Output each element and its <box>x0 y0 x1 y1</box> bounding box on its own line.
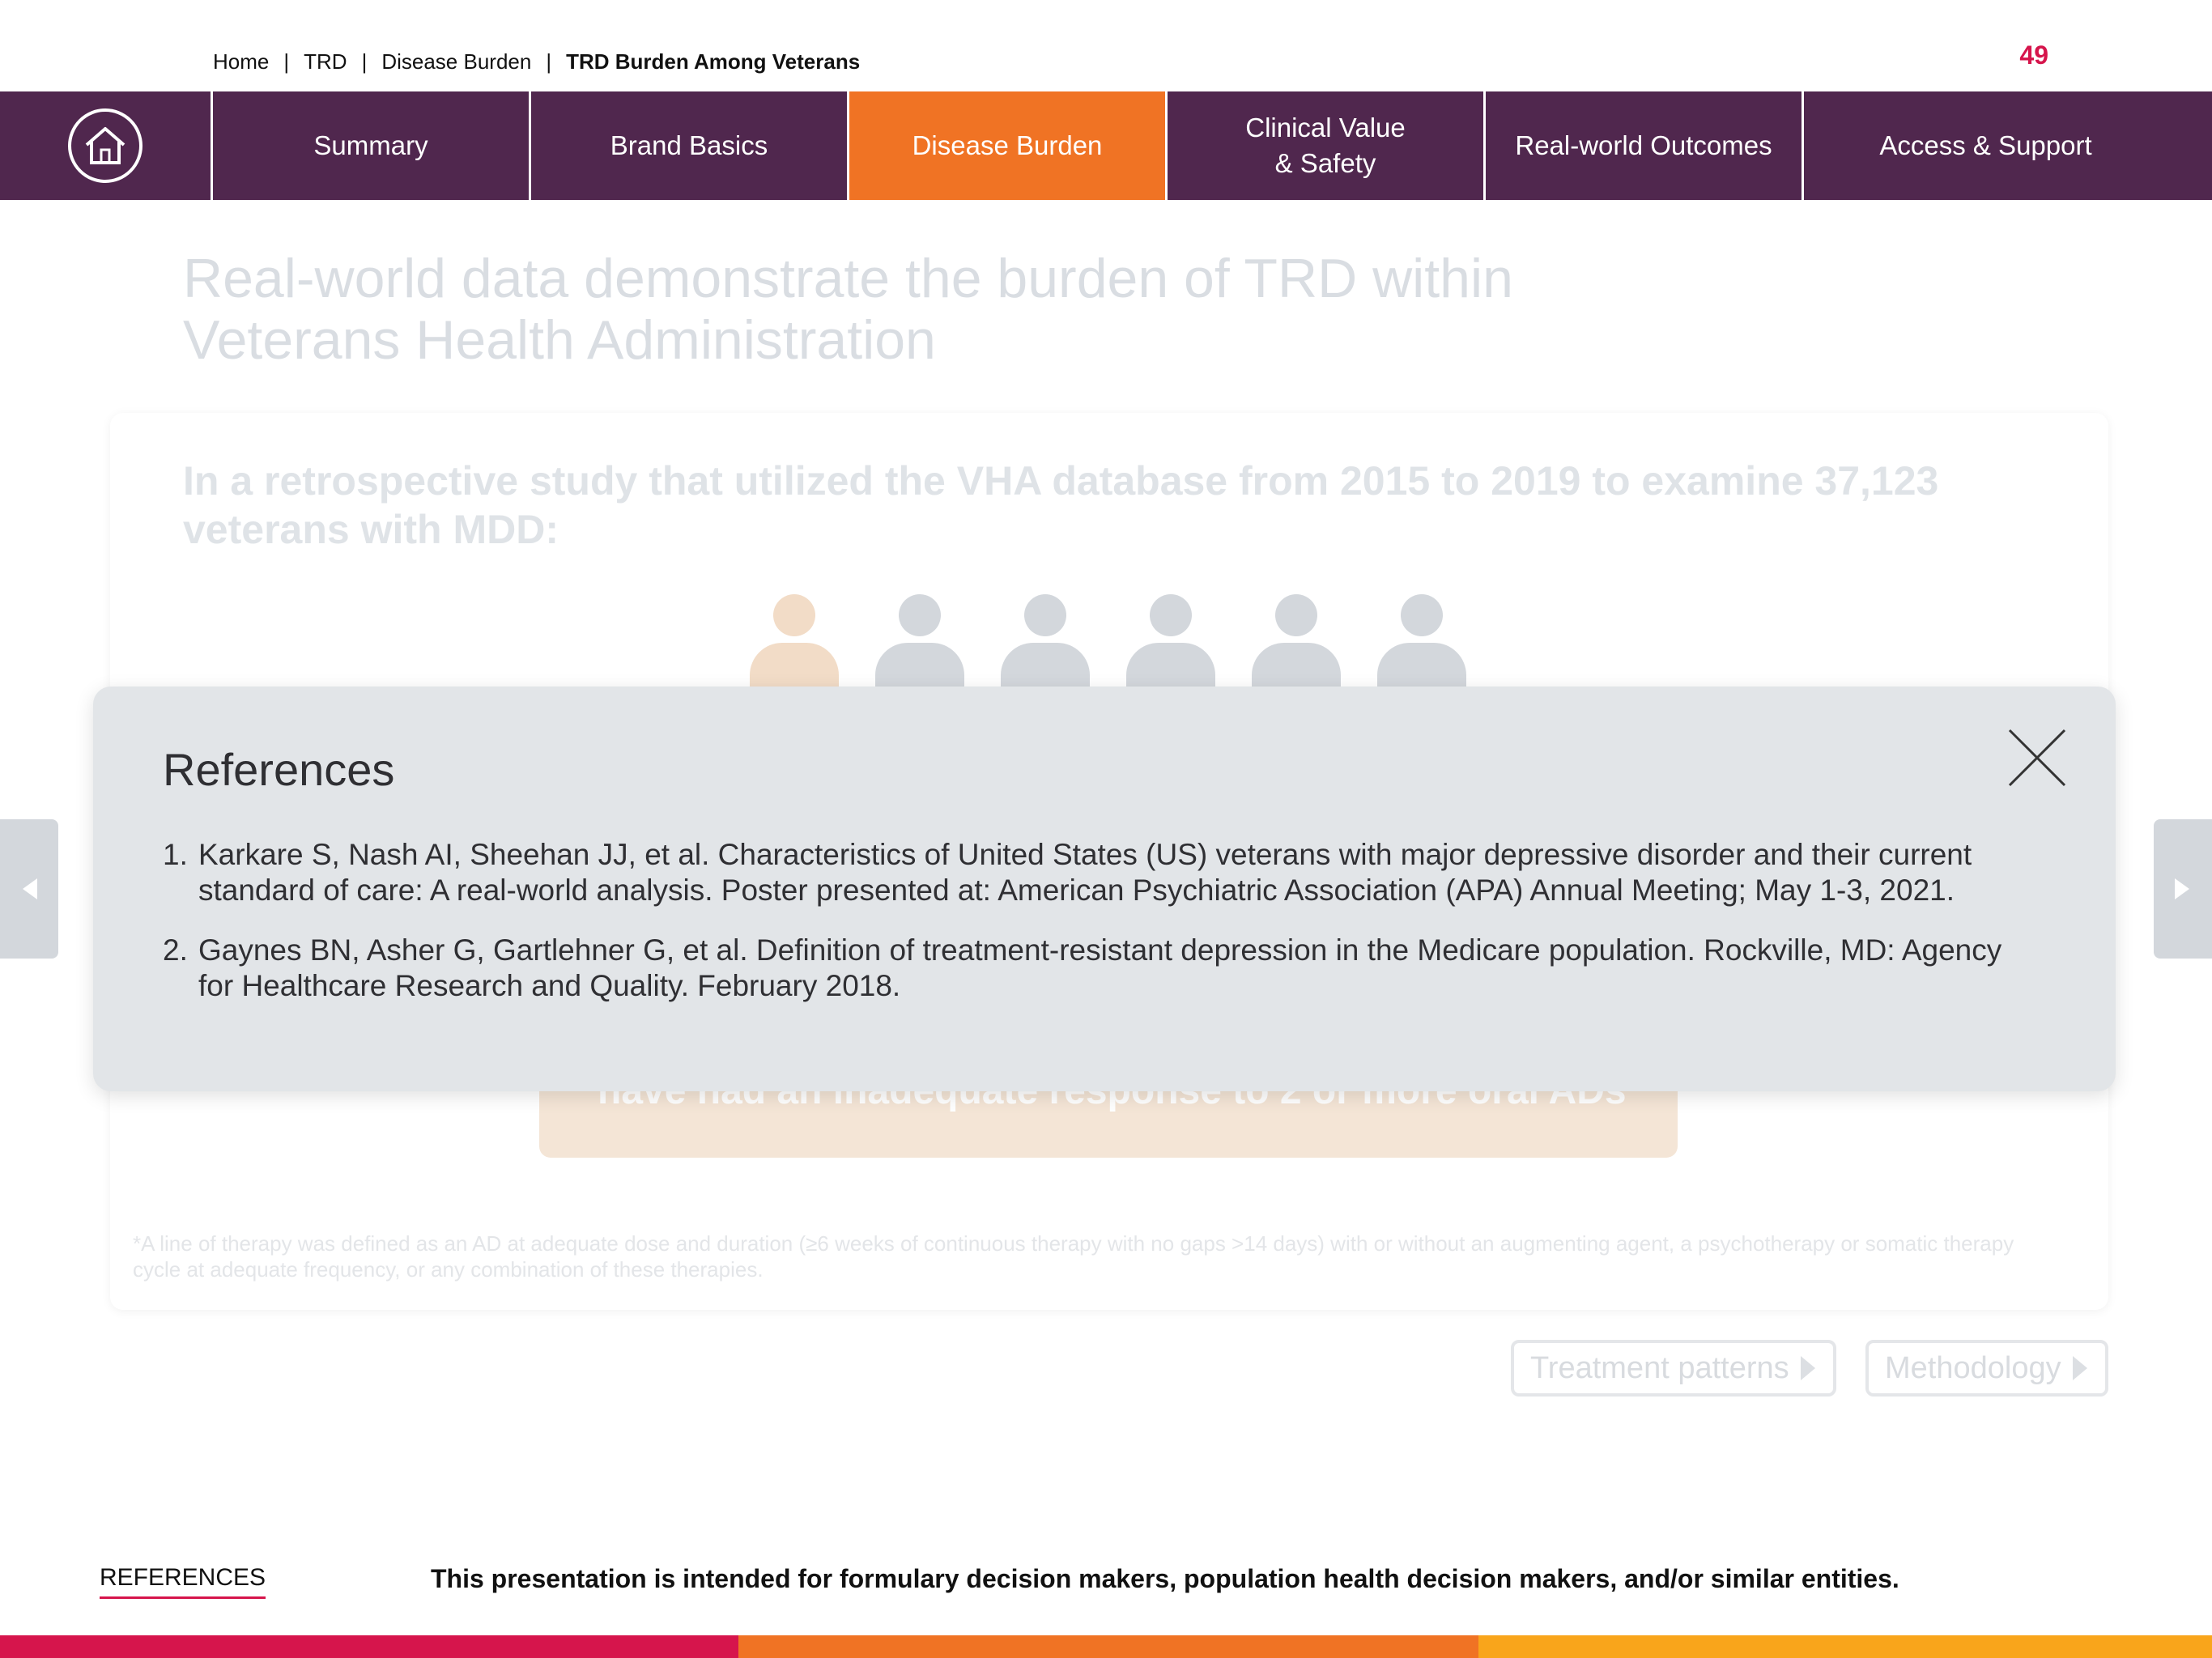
reference-item: 2. Gaynes BN, Asher G, Gartlehner G, et … <box>163 933 2041 1004</box>
tab-brand-basics[interactable]: Brand Basics <box>531 91 849 200</box>
reference-number: 2. <box>163 933 188 967</box>
person-icon <box>1001 594 1090 716</box>
next-page-button[interactable] <box>2154 819 2212 959</box>
tab-label-line1: Clinical Value <box>1245 113 1406 142</box>
reference-item: 1. Karkare S, Nash AI, Sheehan JJ, et al… <box>163 837 2041 908</box>
tab-label-line2: & Safety <box>1274 148 1376 178</box>
color-bar-segment <box>738 1635 1478 1658</box>
treatment-patterns-button[interactable]: Treatment patterns <box>1511 1340 1836 1397</box>
bottom-color-bar <box>0 1635 2212 1658</box>
tab-label: Clinical Value & Safety <box>1245 110 1405 181</box>
previous-page-button[interactable] <box>0 819 58 959</box>
references-link[interactable]: REFERENCES <box>100 1564 266 1599</box>
page-number: 49 <box>2019 40 2048 70</box>
close-button[interactable] <box>2006 727 2068 789</box>
modal-title: References <box>163 744 395 795</box>
reference-text: Gaynes BN, Asher G, Gartlehner G, et al.… <box>198 933 2002 1002</box>
tab-label: Real-world Outcomes <box>1515 130 1772 160</box>
person-icon <box>1377 594 1466 716</box>
breadcrumb-home[interactable]: Home <box>213 49 269 74</box>
tab-label: Brand Basics <box>610 130 768 160</box>
disclaimer-text: This presentation is intended for formul… <box>431 1564 1899 1593</box>
home-icon <box>68 108 143 183</box>
page-title: Real-world data demonstrate the burden o… <box>183 248 1513 371</box>
button-label: Treatment patterns <box>1530 1350 1789 1385</box>
tab-clinical-value-safety[interactable]: Clinical Value & Safety <box>1168 91 1486 200</box>
tab-label: Summary <box>313 130 428 160</box>
color-bar-segment <box>1478 1635 2212 1658</box>
tab-label: Access & Support <box>1879 130 2092 160</box>
breadcrumb-separator: | <box>546 49 552 74</box>
reference-number: 1. <box>163 838 188 871</box>
breadcrumb-separator: | <box>361 49 368 74</box>
breadcrumb-current: TRD Burden Among Veterans <box>566 49 861 74</box>
reference-text: Karkare S, Nash AI, Sheehan JJ, et al. C… <box>198 838 1972 907</box>
color-bar-segment <box>0 1635 738 1658</box>
tab-real-world-outcomes[interactable]: Real-world Outcomes <box>1486 91 1804 200</box>
footnote: *A line of therapy was defined as an AD … <box>133 1231 2014 1282</box>
chevron-right-icon <box>2175 878 2189 899</box>
breadcrumb-trd[interactable]: TRD <box>304 49 347 74</box>
main-navbar: Summary Brand Basics Disease Burden Clin… <box>0 91 2212 200</box>
breadcrumb-separator: | <box>283 49 290 74</box>
tab-label: Disease Burden <box>912 130 1103 160</box>
breadcrumb: Home | TRD | Disease Burden | TRD Burden… <box>213 45 860 78</box>
tab-summary[interactable]: Summary <box>213 91 531 200</box>
person-icon <box>1252 594 1341 716</box>
study-subtitle: In a retrospective study that utilized t… <box>183 458 1939 552</box>
play-arrow-icon <box>1800 1356 1815 1380</box>
tab-disease-burden[interactable]: Disease Burden <box>849 91 1168 200</box>
button-label: Methodology <box>1885 1350 2061 1385</box>
breadcrumb-disease-burden[interactable]: Disease Burden <box>381 49 531 74</box>
close-icon <box>2008 729 2066 787</box>
chevron-left-icon <box>23 878 37 899</box>
home-button[interactable] <box>0 91 213 200</box>
methodology-button[interactable]: Methodology <box>1865 1340 2108 1397</box>
person-icon <box>1126 594 1215 716</box>
play-arrow-icon <box>2072 1356 2087 1380</box>
person-icon <box>750 594 839 716</box>
tab-access-support[interactable]: Access & Support <box>1804 91 2167 200</box>
person-icon <box>875 594 964 716</box>
